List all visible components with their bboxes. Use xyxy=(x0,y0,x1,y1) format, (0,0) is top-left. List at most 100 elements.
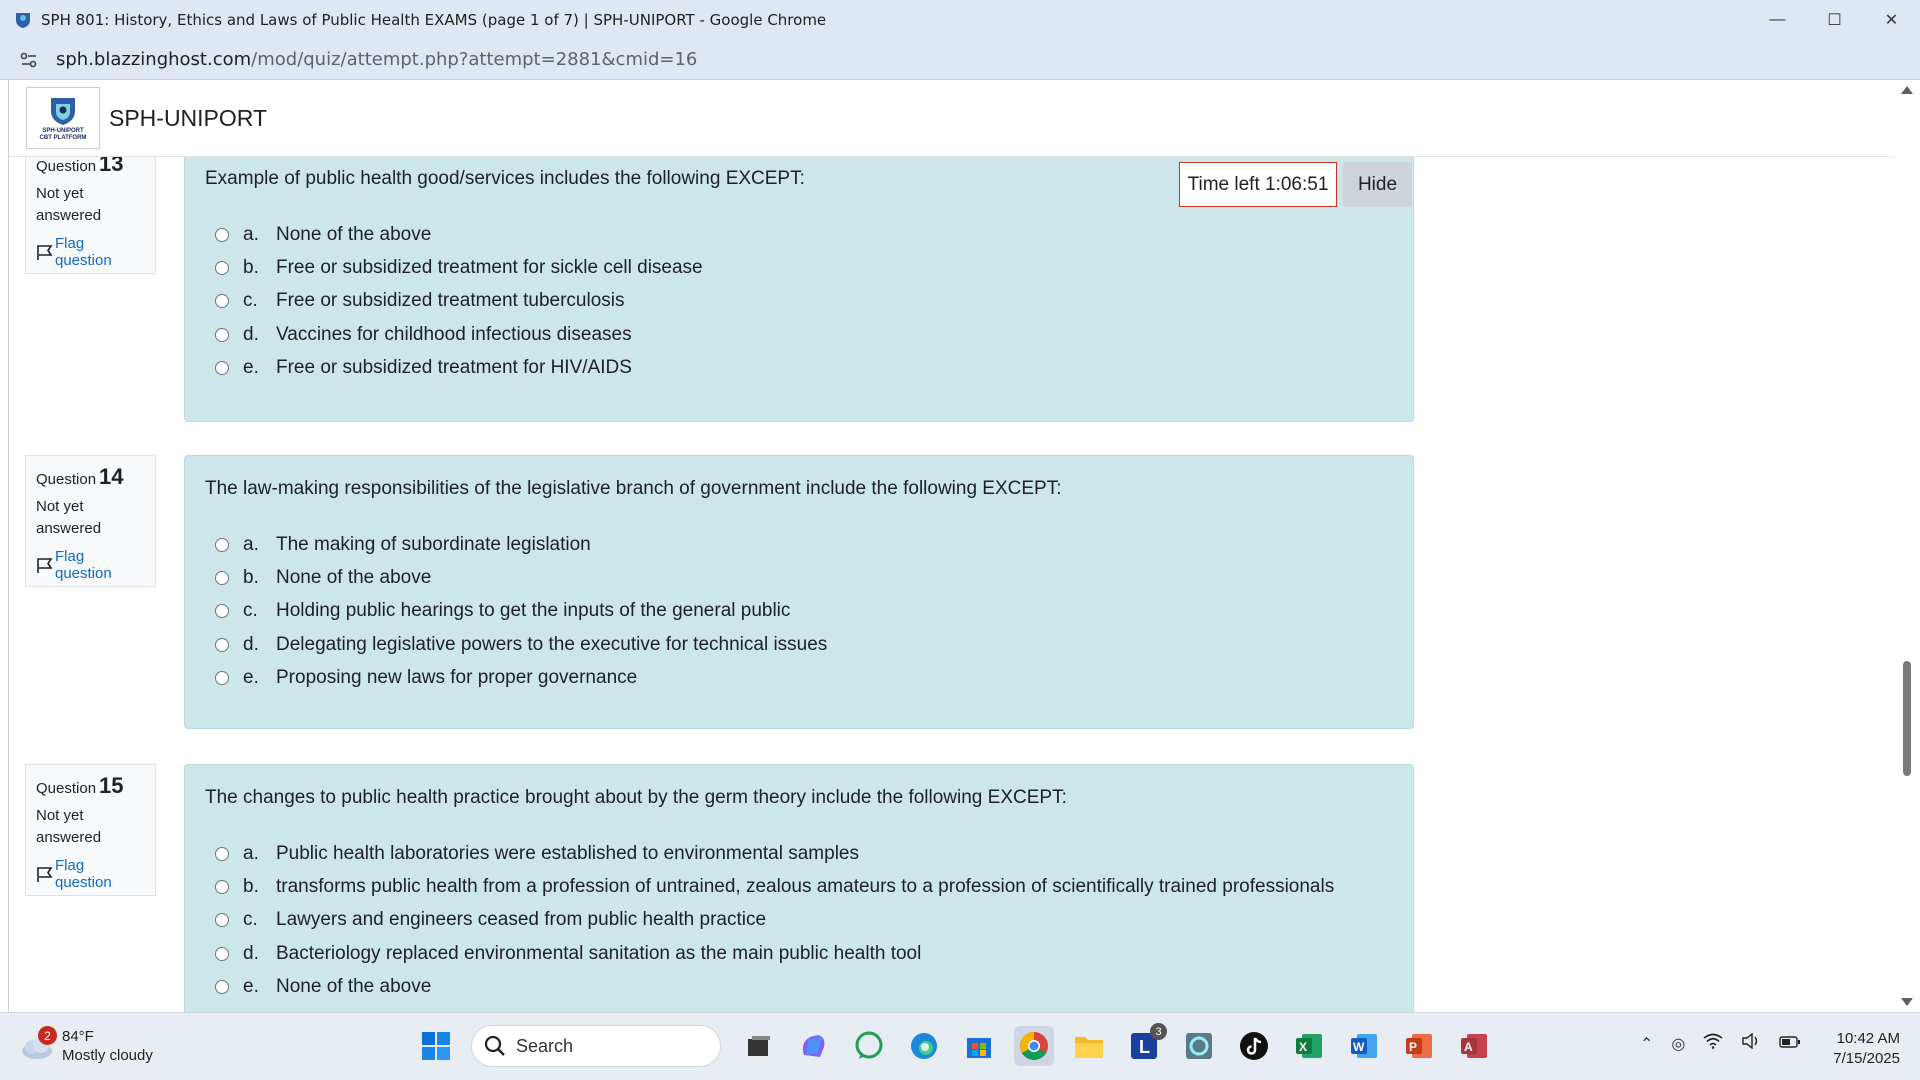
answer-option[interactable]: e. Proposing new laws for proper governan… xyxy=(205,661,1393,694)
answer-option[interactable]: a. Public health laboratories were establ… xyxy=(205,837,1393,870)
scrollbar-thumb[interactable] xyxy=(1903,661,1911,776)
l-app-icon[interactable]: L3 xyxy=(1124,1023,1167,1066)
circle-app-icon[interactable] xyxy=(1179,1026,1219,1066)
tiktok-icon[interactable] xyxy=(1234,1026,1274,1066)
svg-text:P: P xyxy=(1409,1040,1417,1054)
chevron-up-icon[interactable]: ⌃ xyxy=(1640,1034,1653,1054)
weather-desc: Mostly cloudy xyxy=(62,1047,153,1064)
answer-option[interactable]: d. Bacteriology replaced environmental sa… xyxy=(205,937,1393,970)
answer-option[interactable]: b. None of the above xyxy=(205,561,1393,594)
url-path: /mod/quiz/attempt.php?attempt=2881&cmid=… xyxy=(251,49,698,70)
radio-button[interactable] xyxy=(215,913,229,928)
wifi-icon[interactable] xyxy=(1703,1033,1723,1054)
question-content-15: The changes to public health practice br… xyxy=(184,764,1414,1012)
minimize-icon[interactable]: — xyxy=(1749,0,1806,40)
question-content-14: The law-making responsibilities of the l… xyxy=(184,455,1414,729)
question-info-15: Question 15 Not yet answered Flag questio… xyxy=(25,764,156,896)
answer-option[interactable]: b. transforms public health from a profes… xyxy=(205,870,1393,903)
chrome-icon[interactable] xyxy=(1014,1026,1054,1066)
page-scrollbar[interactable] xyxy=(1894,80,1920,1012)
answer-text: Holding public hearings to get the input… xyxy=(276,600,791,622)
url-text[interactable]: sph.blazzinghost.com/mod/quiz/attempt.ph… xyxy=(56,49,697,70)
hide-timer-button[interactable]: Hide xyxy=(1343,162,1412,207)
site-logo[interactable]: SPH-UNIPORT CBT PLATFORM xyxy=(26,87,100,149)
site-name[interactable]: SPH-UNIPORT xyxy=(109,105,267,132)
flag-icon xyxy=(37,557,53,573)
copilot-icon[interactable] xyxy=(794,1026,834,1066)
powerpoint-icon[interactable]: P xyxy=(1399,1026,1439,1066)
system-tray: ⌃ ◎ xyxy=(1640,1032,1819,1054)
flag-question-link[interactable]: Flag question xyxy=(36,548,145,582)
question-label: Question xyxy=(36,471,97,488)
maximize-icon[interactable]: ☐ xyxy=(1806,0,1863,40)
radio-button[interactable] xyxy=(215,670,229,685)
l-app-badge: 3 xyxy=(1150,1023,1167,1040)
logo-line1: SPH-UNIPORT xyxy=(42,128,84,134)
radio-button[interactable] xyxy=(215,570,229,585)
radio-button[interactable] xyxy=(215,227,229,242)
word-icon[interactable]: W xyxy=(1344,1026,1384,1066)
answer-option[interactable]: d. Vaccines for childhood infectious dise… xyxy=(205,318,1393,351)
radio-button[interactable] xyxy=(215,879,229,894)
file-explorer-icon[interactable] xyxy=(1069,1026,1109,1066)
radio-button[interactable] xyxy=(215,946,229,961)
site-settings-icon[interactable] xyxy=(16,47,42,73)
svg-text:W: W xyxy=(1353,1040,1365,1054)
question-state: Not yet answered xyxy=(36,498,102,537)
scroll-down-arrow-icon[interactable] xyxy=(1901,998,1913,1006)
volume-icon[interactable] xyxy=(1741,1032,1761,1054)
answer-option[interactable]: d. Delegating legislative powers to the e… xyxy=(205,628,1393,661)
answer-letter: a. xyxy=(243,533,259,555)
radio-button[interactable] xyxy=(215,637,229,652)
answer-option[interactable]: c. Free or subsidized treatment tuberculo… xyxy=(205,285,1393,318)
taskbar-search-box[interactable]: Search xyxy=(471,1025,721,1067)
svg-text:A: A xyxy=(1464,1040,1473,1054)
close-icon[interactable]: ✕ xyxy=(1863,0,1920,40)
copilot-tray-icon[interactable]: ◎ xyxy=(1671,1034,1685,1054)
answer-text: None of the above xyxy=(276,975,432,997)
radio-button[interactable] xyxy=(215,537,229,552)
answer-text: Proposing new laws for proper governance xyxy=(276,666,638,688)
radio-button[interactable] xyxy=(215,846,229,861)
radio-button[interactable] xyxy=(215,260,229,275)
weather-widget[interactable]: 2 84°F Mostly cloudy xyxy=(20,1026,153,1065)
answer-option[interactable]: e. Free or subsidized treatment for HIV/A… xyxy=(205,351,1393,384)
access-icon[interactable]: A xyxy=(1454,1026,1494,1066)
radio-button[interactable] xyxy=(215,327,229,342)
flag-question-label: Flag question xyxy=(54,548,112,582)
answer-option[interactable]: c. Holding public hearings to get the inp… xyxy=(205,595,1393,628)
excel-icon[interactable]: X xyxy=(1289,1026,1329,1066)
scroll-up-arrow-icon[interactable] xyxy=(1901,86,1913,94)
flag-question-link[interactable]: Flag question xyxy=(36,235,145,269)
microsoft-store-icon[interactable] xyxy=(959,1026,999,1066)
taskbar-clock[interactable]: 10:42 AM 7/15/2025 xyxy=(1833,1029,1900,1069)
radio-button[interactable] xyxy=(215,294,229,309)
whatsapp-icon[interactable] xyxy=(849,1026,889,1066)
shield-logo-icon xyxy=(51,98,75,125)
svg-text:L: L xyxy=(1139,1037,1150,1057)
question-number: Question 15 xyxy=(36,773,145,799)
windows-start-icon[interactable] xyxy=(416,1026,456,1066)
task-view-icon[interactable] xyxy=(739,1026,779,1066)
answer-text: Delegating legislative powers to the exe… xyxy=(276,633,828,655)
answer-text: Free or subsidized treatment for HIV/AID… xyxy=(276,356,632,378)
answer-option[interactable]: b. Free or subsidized treatment for sickl… xyxy=(205,251,1393,284)
answer-option[interactable]: c. Lawyers and engineers ceased from publ… xyxy=(205,904,1393,937)
radio-button[interactable] xyxy=(215,604,229,619)
flag-question-link[interactable]: Flag question xyxy=(36,857,145,891)
clock-date: 7/15/2025 xyxy=(1833,1050,1900,1067)
answer-text: Public health laboratories were establis… xyxy=(276,842,859,864)
answer-option[interactable]: a. The making of subordinate legislation xyxy=(205,528,1393,561)
answer-letter: c. xyxy=(243,909,258,931)
battery-icon[interactable] xyxy=(1779,1035,1801,1053)
answer-option[interactable]: e. None of the above xyxy=(205,970,1393,1003)
radio-button[interactable] xyxy=(215,360,229,375)
answer-letter: b. xyxy=(243,875,259,897)
svg-text:X: X xyxy=(1299,1040,1307,1054)
address-bar[interactable]: sph.blazzinghost.com/mod/quiz/attempt.ph… xyxy=(0,40,1920,80)
answer-letter: e. xyxy=(243,356,259,378)
search-label: Search xyxy=(516,1035,574,1056)
radio-button[interactable] xyxy=(215,979,229,994)
edge-browser-icon[interactable] xyxy=(904,1026,944,1066)
answer-option[interactable]: a. None of the above xyxy=(205,218,1393,251)
